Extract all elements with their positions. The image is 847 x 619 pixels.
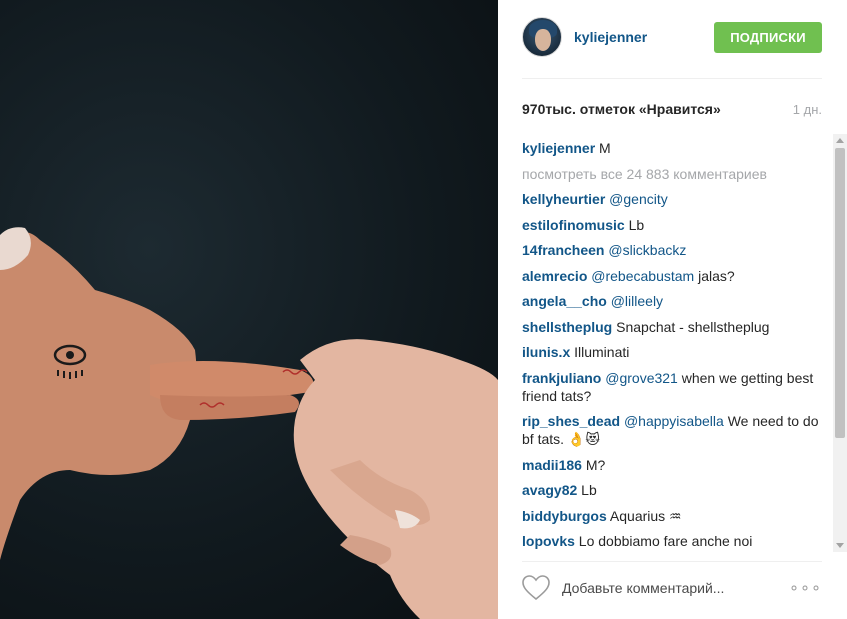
photo-illustration bbox=[0, 227, 498, 619]
comment-mention[interactable]: @slickbackz bbox=[608, 242, 686, 258]
comments-scrollbar[interactable] bbox=[833, 134, 847, 552]
comment-text: Illuminati bbox=[574, 344, 630, 360]
comment-text: Lb bbox=[581, 482, 597, 498]
comment: madii186 M? bbox=[522, 456, 822, 474]
likes-count[interactable]: 970тыс. отметок «Нравится» bbox=[522, 101, 721, 117]
comment: 14francheen @slickbackz bbox=[522, 241, 822, 259]
comment-footer: ∘∘∘ bbox=[522, 572, 822, 604]
comment-username[interactable]: 14francheen bbox=[522, 242, 604, 258]
comment-username[interactable]: madii186 bbox=[522, 457, 582, 473]
likes-row: 970тыс. отметок «Нравится» 1 дн. bbox=[522, 99, 822, 119]
comment-mention[interactable]: @grove321 bbox=[605, 370, 678, 386]
scroll-down-arrow-icon[interactable] bbox=[836, 543, 844, 548]
view-all-comments-link[interactable]: посмотреть все 24 883 комментариев bbox=[522, 165, 822, 183]
comment-username[interactable]: angela__cho bbox=[522, 293, 607, 309]
comment-mention[interactable]: @happyisabella bbox=[624, 413, 724, 429]
comment-input[interactable] bbox=[562, 580, 789, 596]
comment: avagy82 Lb bbox=[522, 481, 822, 499]
comment-username[interactable]: rip_shes_dead bbox=[522, 413, 620, 429]
comment-username[interactable]: estilofinomusic bbox=[522, 217, 625, 233]
comment-username[interactable]: lopovks bbox=[522, 533, 575, 549]
post-username[interactable]: kyliejenner bbox=[574, 29, 714, 45]
scroll-thumb[interactable] bbox=[835, 148, 845, 438]
caption-text: M bbox=[599, 140, 611, 156]
post-details-panel: kyliejenner ПОДПИСКИ 970тыс. отметок «Нр… bbox=[498, 0, 847, 619]
comment: biddyburgos Aquarius ♒ bbox=[522, 507, 822, 525]
comment: alemrecio @rebecabustam jalas? bbox=[522, 267, 822, 285]
comment-username[interactable]: biddyburgos bbox=[522, 508, 607, 524]
avatar-face bbox=[535, 29, 551, 51]
comment-mention[interactable]: @gencity bbox=[609, 191, 668, 207]
comment-mention[interactable]: @lilleely bbox=[611, 293, 663, 309]
comment-username[interactable]: alemrecio bbox=[522, 268, 587, 284]
post-photo[interactable] bbox=[0, 0, 498, 619]
caption: kyliejenner M bbox=[522, 139, 822, 157]
follow-button[interactable]: ПОДПИСКИ bbox=[714, 21, 822, 53]
comment-text: Snapchat - shellstheplug bbox=[616, 318, 770, 335]
header-divider bbox=[522, 78, 822, 79]
post-header: kyliejenner ПОДПИСКИ bbox=[522, 14, 822, 60]
comment: angela__cho @lilleely bbox=[522, 292, 822, 310]
comment-username[interactable]: ilunis.x bbox=[522, 344, 570, 360]
comment: shellstheplug Snapchat - shellstheplug bbox=[522, 318, 822, 336]
scroll-up-arrow-icon[interactable] bbox=[836, 138, 844, 143]
comment: rip_shes_dead @happyisabella We need to … bbox=[522, 412, 822, 448]
avatar[interactable] bbox=[522, 17, 562, 57]
comment-username[interactable]: avagy82 bbox=[522, 482, 577, 498]
comments-list[interactable]: kyliejenner M посмотреть все 24 883 комм… bbox=[522, 136, 822, 552]
comment-text: Lo dobbiamo fare anche noi bbox=[578, 533, 753, 549]
comment: frankjuliano @grove321 when we getting b… bbox=[522, 369, 822, 405]
comment: ilunis.x Illuminati bbox=[522, 343, 822, 361]
comment: estilofinomusic Lb bbox=[522, 216, 822, 234]
caption-username[interactable]: kyliejenner bbox=[522, 140, 595, 156]
comment-text: Lb bbox=[628, 216, 645, 233]
post-time[interactable]: 1 дн. bbox=[793, 102, 822, 117]
more-options-icon[interactable]: ∘∘∘ bbox=[789, 578, 822, 598]
heart-icon[interactable] bbox=[522, 575, 550, 601]
comment: lopovks Lo dobbiamo fare anche noi bbox=[522, 532, 822, 550]
footer-divider bbox=[522, 561, 822, 562]
comment-text: Aquarius ♒ bbox=[609, 507, 682, 524]
comment: kellyheurtier @gencity bbox=[522, 190, 822, 208]
comment-text: jalas? bbox=[698, 267, 735, 284]
comment-text: M? bbox=[585, 456, 606, 473]
comment-username[interactable]: kellyheurtier bbox=[522, 191, 605, 207]
comment-username[interactable]: shellstheplug bbox=[522, 319, 612, 335]
comment-username[interactable]: frankjuliano bbox=[522, 370, 601, 386]
comment-mention[interactable]: @rebecabustam bbox=[591, 268, 694, 284]
